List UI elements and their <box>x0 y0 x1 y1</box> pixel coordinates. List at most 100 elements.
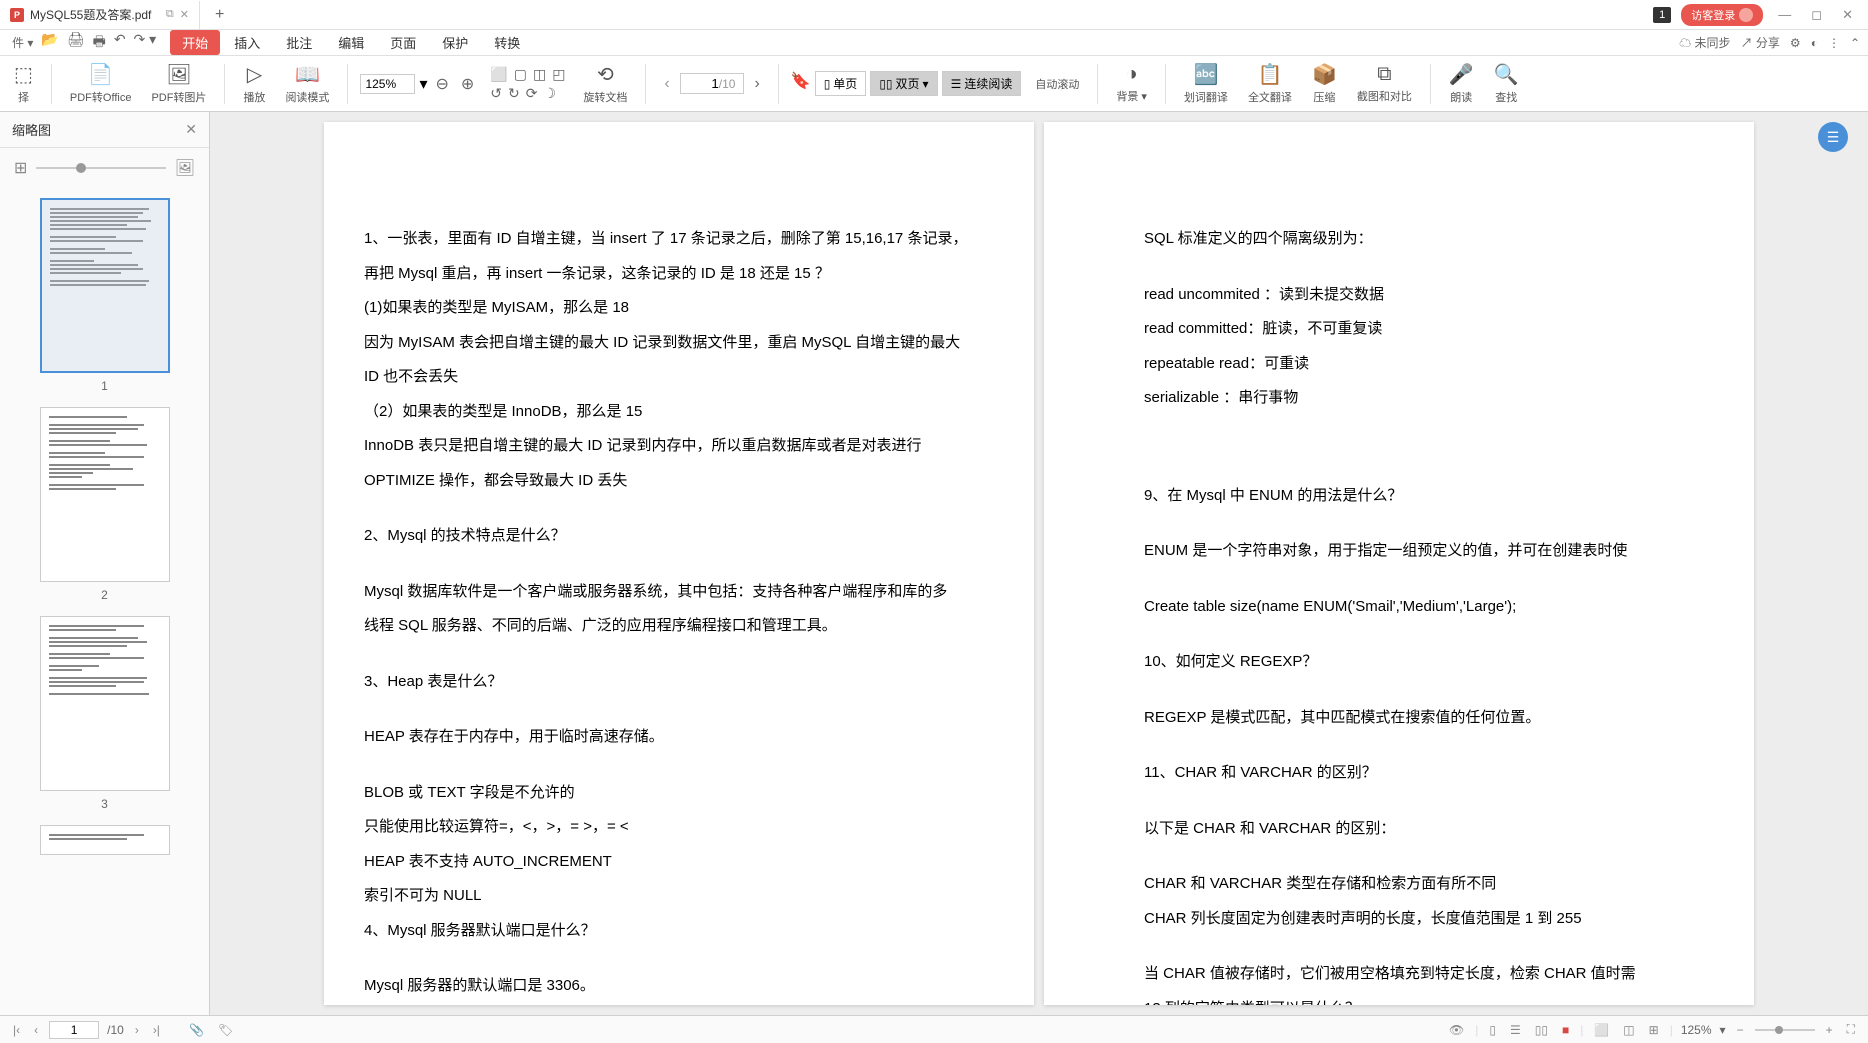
thumbnail-item[interactable]: 1 <box>10 198 199 393</box>
pdf-to-image[interactable]: 🖼 PDF转图片 <box>145 62 212 105</box>
tab-page[interactable]: 页面 <box>378 30 428 55</box>
undo-icon[interactable]: ↶ <box>114 31 126 55</box>
main-area: 缩略图 ✕ ⊞ 🖼 1 <box>0 112 1868 1015</box>
fit-icon1[interactable]: ⬜ <box>1591 1023 1612 1037</box>
document-line: repeatable read：可重读 <box>1144 347 1714 382</box>
find-tool[interactable]: 🔍 查找 <box>1488 62 1525 105</box>
tab-protect[interactable]: 保护 <box>430 30 480 55</box>
page-input[interactable] <box>689 76 719 91</box>
zoom-out-icon[interactable]: ⊖ <box>431 74 452 94</box>
thumb-page-4[interactable] <box>40 825 170 855</box>
tab-convert[interactable]: 转换 <box>482 30 532 55</box>
tab-insert[interactable]: 插入 <box>222 30 272 55</box>
document-line <box>1144 513 1714 534</box>
status-page-input[interactable] <box>49 1021 99 1039</box>
play-button[interactable]: ▷ 播放 <box>237 62 271 105</box>
annotation-icon[interactable]: 🏷 <box>215 1023 236 1037</box>
tab-close-icon[interactable]: ✕ <box>180 8 189 21</box>
next-page-icon[interactable]: › <box>748 75 765 93</box>
reflow-icon[interactable]: ⟳ <box>526 85 538 102</box>
print-icon[interactable]: 🖶 <box>93 31 106 55</box>
bookmark-icon[interactable]: 🔖 <box>791 71 811 96</box>
thumb-size-slider[interactable] <box>36 167 166 169</box>
save-icon[interactable]: 🖨 <box>67 31 85 55</box>
fit-page-icon[interactable]: ▢ <box>514 66 527 83</box>
fit-visible-icon[interactable]: ◰ <box>552 66 565 83</box>
last-page-icon[interactable]: ›| <box>150 1023 163 1037</box>
zoom-dropdown-icon[interactable]: ▾ <box>419 74 427 94</box>
pdf-to-office[interactable]: 📄 PDF转Office <box>64 62 138 105</box>
read-mode-label: 阅读模式 <box>285 89 329 105</box>
open-icon[interactable]: 📂 <box>41 31 58 55</box>
night-icon[interactable]: ☽ <box>543 85 556 102</box>
settings-icon[interactable]: ⚙ <box>1790 36 1801 50</box>
view-record-icon[interactable]: ■ <box>1559 1023 1572 1037</box>
thumbnail-item[interactable] <box>10 825 199 855</box>
tab-restore-icon[interactable]: ⧉ <box>166 8 174 21</box>
tab-annotate[interactable]: 批注 <box>274 30 324 55</box>
read-mode[interactable]: 📖 阅读模式 <box>279 62 335 105</box>
continuous-btn[interactable]: ☰ 连续阅读 <box>942 71 1022 96</box>
skin-icon[interactable]: ◐ <box>1811 36 1818 50</box>
select-tool[interactable]: ⬚ 择 <box>8 62 39 105</box>
prev-page-icon[interactable]: ‹ <box>658 75 675 93</box>
thumb-large-icon[interactable]: 🖼 <box>175 158 195 178</box>
crop-compare[interactable]: ⧉ 截图和对比 <box>1351 63 1418 104</box>
prev-page-icon[interactable]: ‹ <box>31 1023 41 1037</box>
zoom-in-icon[interactable]: ⊕ <box>457 74 478 94</box>
view-double-icon[interactable]: ▯▯ <box>1532 1023 1551 1037</box>
document-tab[interactable]: P MySQL55题及答案.pdf ⧉ ✕ <box>0 1 200 29</box>
maximize-button[interactable]: ◻ <box>1806 7 1827 23</box>
attachment-icon[interactable]: 📎 <box>186 1023 207 1037</box>
fullscreen-icon[interactable]: ⛶ <box>1844 1022 1858 1037</box>
thumb-page-3[interactable] <box>40 616 170 791</box>
actual-size-icon[interactable]: ◫ <box>533 66 546 83</box>
redo-icon[interactable]: ↷ ▾ <box>134 31 157 55</box>
zoom-input[interactable] <box>360 74 415 94</box>
float-toolbar-button[interactable]: ☰ <box>1818 122 1848 152</box>
tab-edit[interactable]: 编辑 <box>326 30 376 55</box>
rotate-right-icon[interactable]: ↻ <box>508 85 520 102</box>
collapse-icon[interactable]: ⌃ <box>1850 36 1860 50</box>
sidebar-close-icon[interactable]: ✕ <box>185 121 197 138</box>
document-line: BLOB 或 TEXT 字段是不允许的 <box>364 776 994 811</box>
next-page-icon[interactable]: › <box>132 1023 142 1037</box>
read-aloud[interactable]: 🎤 朗读 <box>1443 62 1480 105</box>
auto-scroll[interactable]: 自动滚动 <box>1029 76 1085 92</box>
thumb-page-1[interactable] <box>40 198 170 373</box>
rotate-doc[interactable]: ⟲ 旋转文档 <box>577 62 633 105</box>
single-page-btn[interactable]: ▯ 单页 <box>815 71 867 96</box>
thumbnail-item[interactable]: 3 <box>10 616 199 811</box>
share-button[interactable]: ↗ 分享 <box>1741 34 1780 51</box>
view-continuous-icon[interactable]: ☰ <box>1507 1023 1524 1037</box>
fit-icon3[interactable]: ⊞ <box>1646 1023 1662 1037</box>
double-page-btn[interactable]: ▯▯ 双页 ▾ <box>870 71 937 96</box>
tab-start[interactable]: 开始 <box>170 30 220 55</box>
more-icon[interactable]: ⋮ <box>1828 36 1840 50</box>
fit-icon2[interactable]: ◫ <box>1620 1023 1637 1037</box>
zoom-in-status[interactable]: + <box>1823 1023 1836 1037</box>
view-single-icon[interactable]: ▯ <box>1486 1023 1499 1037</box>
thumbnail-item[interactable]: 2 <box>10 407 199 602</box>
compress-tool[interactable]: 📦 压缩 <box>1306 62 1343 105</box>
zoom-slider[interactable] <box>1755 1029 1815 1031</box>
word-translate[interactable]: 🔤 划词翻译 <box>1178 62 1234 105</box>
document-line <box>1144 680 1714 701</box>
minimize-button[interactable]: — <box>1773 7 1796 22</box>
eye-icon[interactable]: 👁 <box>1446 1023 1467 1037</box>
close-button[interactable]: ✕ <box>1837 7 1858 23</box>
thumb-grid-icon[interactable]: ⊞ <box>14 158 27 178</box>
new-tab-button[interactable]: + <box>200 6 239 24</box>
rotate-left-icon[interactable]: ↺ <box>490 85 502 102</box>
zoom-out-status[interactable]: − <box>1734 1023 1747 1037</box>
sync-status[interactable]: ☁ 未同步 <box>1679 34 1730 51</box>
login-button[interactable]: 访客登录 <box>1681 4 1763 26</box>
double-page-icon: ▯▯ <box>879 77 892 91</box>
background-tool[interactable]: ◑ 背景 ▾ <box>1110 63 1153 104</box>
fit-width-icon[interactable]: ⬜ <box>490 66 507 83</box>
first-page-icon[interactable]: |‹ <box>10 1023 23 1037</box>
document-viewer[interactable]: ☰ 1、一张表，里面有 ID 自增主键，当 insert 了 17 条记录之后，… <box>210 112 1868 1015</box>
file-menu[interactable]: 件 ▾ <box>8 34 37 51</box>
thumb-page-2[interactable] <box>40 407 170 582</box>
full-translate[interactable]: 📋 全文翻译 <box>1242 62 1298 105</box>
